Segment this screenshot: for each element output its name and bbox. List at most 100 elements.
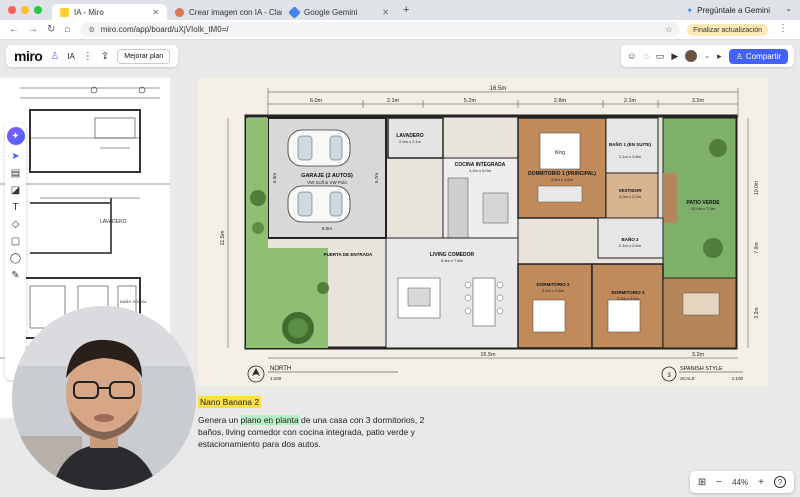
style-scale: 1:100 (732, 376, 744, 381)
caption-text-before: Genera un (198, 415, 241, 425)
gemini-sparkle-icon: ✦ (686, 5, 694, 15)
reactions-icon[interactable]: ☺ (627, 51, 636, 61)
garage-width-dim: 6.0m (322, 226, 332, 231)
home-icon[interactable]: ⌂ (64, 24, 70, 35)
dim-top-4: 2.1m (624, 98, 637, 104)
text-icon[interactable]: T (12, 202, 18, 213)
zoom-in-icon[interactable]: + (758, 477, 764, 488)
reload-icon[interactable]: ↻ (47, 24, 55, 35)
right-dim-0: 10.0m (754, 181, 760, 195)
model-tag: Nano Banana 2 (198, 396, 262, 408)
chat-icon[interactable]: ◌ (644, 51, 649, 61)
left-plan-label-lavadero: LAVADERO (100, 219, 127, 225)
finish-update-button[interactable]: Finalizar actualización (687, 24, 768, 36)
zoom-controls: ⊞ − 44% + ? (689, 471, 794, 493)
presenter-video-frame (12, 306, 196, 490)
total-width-dim: 16.5m (490, 86, 507, 92)
site-info-icon[interactable]: ⚙ (88, 26, 94, 34)
board-name[interactable]: IA (67, 52, 75, 61)
board-owner-icon: ♙ (50, 50, 60, 62)
room-bath2-name: BAÑO 2 (621, 236, 638, 242)
back-arrow-icon[interactable]: ← (9, 24, 19, 35)
miro-logo[interactable]: miro (14, 48, 43, 64)
frame-icon[interactable]: ▢ (11, 236, 20, 247)
export-icon[interactable]: ⇪ (101, 51, 109, 62)
room-lavadero-size: 2.0m x 2.1m (399, 139, 422, 144)
room-dorm1-size: 3.8m x 4.5m (551, 177, 574, 182)
miro-favicon-icon (60, 7, 69, 17)
upgrade-plan-button[interactable]: Mejorar plan (117, 48, 171, 64)
right-dim-1: 7.0m (754, 242, 760, 253)
dim-top-0: 6.0m (310, 98, 323, 104)
room-vestidor-size: 2.0m x 2.2m (619, 194, 642, 199)
garage-side-dim: 5.7m (374, 173, 379, 183)
select-cursor-icon[interactable]: ➤ (11, 151, 19, 162)
north-label: NORTH (270, 366, 291, 372)
room-dorm3-size: 3.2m x 3.6m (617, 296, 640, 301)
floorplan-drawing: 16.5m 6.0m 2.1m 5.2m 2.8m 2.1m 3.2m 11.5… (198, 78, 768, 386)
left-plan-label-bano: BAÑO SOCIAL (120, 299, 148, 304)
tab-gemini[interactable]: Google Gemini ✕ (282, 4, 397, 20)
gemini-favicon-icon (288, 5, 301, 19)
tab-title: Crear imagen con IA - Claude (189, 7, 282, 17)
browser-address-bar: ← → ↻ ⌂ ⚙ miro.com/app/board/uXjVIoIk_tM… (0, 20, 800, 40)
zoom-out-icon[interactable]: − (716, 477, 722, 488)
url-text: miro.com/app/board/uXjVIoIk_tM0=/ (100, 25, 229, 34)
chevron-down-icon[interactable]: ⌄ (704, 52, 710, 60)
zoom-level[interactable]: 44% (732, 478, 748, 487)
close-window-button[interactable] (8, 6, 16, 14)
browser-menu-icon[interactable]: ⋮ (778, 23, 788, 34)
shapes-icon[interactable]: ◇ (12, 219, 20, 230)
tab-title: Google Gemini (304, 7, 358, 17)
caption-highlight: plano en planta (240, 415, 299, 425)
minimap-icon[interactable]: ⊞ (698, 477, 706, 488)
tab-search-chevron-icon[interactable]: ⌄ (785, 4, 792, 13)
prompt-caption[interactable]: Nano Banana 2 Genera un plano en planta … (198, 396, 428, 450)
finish-update-label: Finalizar actualización (693, 26, 762, 34)
video-call-icon[interactable]: ▶ (671, 51, 678, 62)
sticky-note-icon[interactable]: ◪ (11, 185, 20, 196)
tab-claude[interactable]: Crear imagen con IA - Claude ✕ (167, 4, 282, 20)
room-vestidor-name: VESTIDOR (618, 188, 642, 193)
comment-icon[interactable]: ◯ (10, 253, 21, 264)
avatar[interactable] (685, 50, 698, 62)
window-controls (8, 6, 42, 14)
room-garage-name: GARAJE (2 AUTOS) (301, 173, 353, 179)
miro-tool-palette: ✦ ➤ ▤ ◪ T ◇ ▢ ◯ ✎ (5, 123, 26, 380)
close-tab-icon[interactable]: ✕ (382, 8, 389, 17)
north-scale: 1:100 (270, 376, 282, 381)
style-title: SPANISH STYLE (680, 366, 723, 372)
comments-icon[interactable]: ▭ (656, 51, 665, 62)
room-cocina-size: 3.2m x 5.0m (469, 168, 492, 173)
room-entrance-name: PUERTA DE ENTRADA (324, 252, 374, 257)
miro-board-header: miro ♙ IA ⋮ ⇪ Mejorar plan (6, 45, 179, 67)
share-button[interactable]: ♙ Compartir (728, 48, 788, 64)
bottom-width-dim: 16.5m (480, 352, 496, 358)
tab-title: IA - Miro (74, 7, 104, 17)
ai-sparkle-icon[interactable]: ✦ (6, 127, 25, 145)
claude-favicon-icon (175, 7, 184, 17)
board-menu-icon[interactable]: ⋮ (83, 51, 93, 62)
bed-king-label: King (555, 150, 565, 156)
browser-tab-bar: IA - Miro ✕ Crear imagen con IA - Claude… (0, 0, 800, 20)
new-tab-button[interactable]: + (403, 4, 409, 16)
right-dim-2: 3.2m (754, 307, 760, 318)
bottom-right-dim: 3.2m (692, 352, 705, 358)
forward-arrow-icon[interactable]: → (28, 24, 38, 35)
dim-top-2: 5.2m (464, 98, 477, 104)
url-input[interactable]: ⚙ miro.com/app/board/uXjVIoIk_tM0=/ ☆ (80, 22, 681, 37)
bookmark-star-icon[interactable]: ☆ (665, 25, 672, 34)
tab-miro[interactable]: IA - Miro ✕ (52, 4, 167, 20)
close-tab-icon[interactable]: ✕ (152, 8, 159, 17)
dim-top-5: 3.2m (692, 98, 705, 104)
dim-top-3: 2.8m (554, 98, 567, 104)
share-person-icon: ♙ (735, 51, 743, 61)
present-icon[interactable]: ▸ (717, 51, 722, 62)
pen-icon[interactable]: ✎ (11, 270, 19, 281)
help-icon[interactable]: ? (774, 476, 786, 488)
maximize-window-button[interactable] (34, 6, 42, 14)
ask-gemini-button[interactable]: ✦ Pregúntale a Gemini (686, 3, 770, 17)
main-floorplan-image[interactable]: 16.5m 6.0m 2.1m 5.2m 2.8m 2.1m 3.2m 11.5… (198, 78, 768, 386)
templates-icon[interactable]: ▤ (11, 168, 20, 179)
minimize-window-button[interactable] (21, 6, 29, 14)
